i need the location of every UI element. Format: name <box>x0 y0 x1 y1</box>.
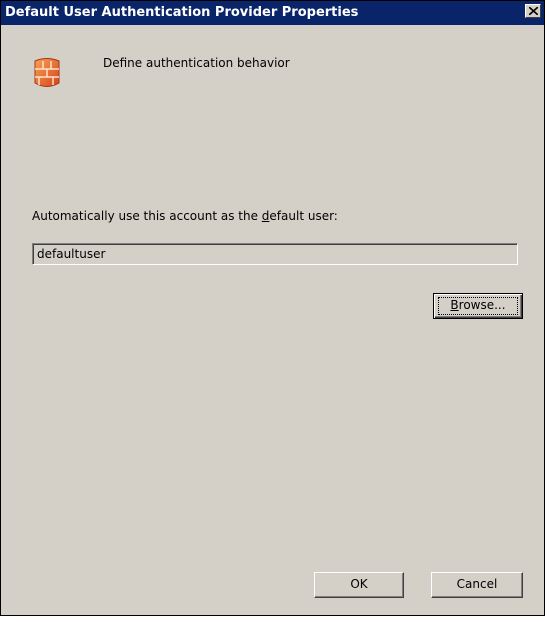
focus-rectangle <box>438 297 518 315</box>
default-user-field[interactable]: defaultuser <box>32 243 518 265</box>
default-user-label: Automatically use this account as the de… <box>32 209 338 223</box>
dialog-content: Define authentication behavior Automatic… <box>1 25 544 615</box>
close-icon <box>529 7 538 15</box>
ok-button[interactable]: OK <box>314 572 404 598</box>
window-title: Default User Authentication Provider Pro… <box>5 5 359 20</box>
default-user-value: defaultuser <box>37 247 106 261</box>
close-button[interactable] <box>525 4 541 18</box>
dialog-window: Default User Authentication Provider Pro… <box>0 0 545 616</box>
cancel-button[interactable]: Cancel <box>431 572 523 598</box>
title-bar[interactable]: Default User Authentication Provider Pro… <box>1 1 544 25</box>
browse-button[interactable]: Browse... <box>433 293 523 319</box>
prompt-text-end: efault user: <box>269 209 338 223</box>
firewall-icon <box>34 58 60 87</box>
prompt-text-start: Automatically use this account as the <box>32 209 262 223</box>
header-description: Define authentication behavior <box>103 56 290 70</box>
